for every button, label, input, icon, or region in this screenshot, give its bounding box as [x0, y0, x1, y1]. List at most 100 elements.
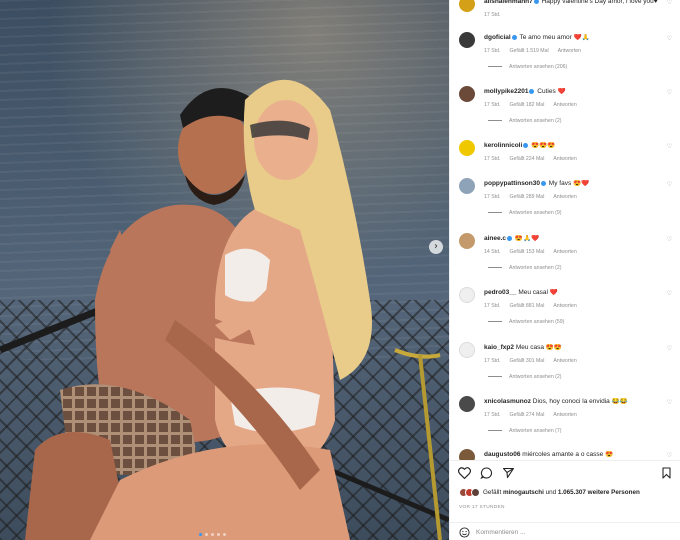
- comment-like-icon[interactable]: ♡: [667, 236, 672, 243]
- comment-username[interactable]: mollypike2201: [484, 88, 528, 95]
- reply-button[interactable]: Antworten: [558, 48, 581, 54]
- comment-likes[interactable]: Gefällt 153 Mal: [509, 249, 544, 255]
- comment-like-icon[interactable]: ♡: [667, 0, 672, 6]
- comment-username[interactable]: kerolinnicoli: [484, 142, 522, 149]
- view-replies-label: Antworten ansehen (7): [509, 428, 562, 434]
- carousel-dot: [199, 533, 202, 536]
- view-replies-button[interactable]: Antworten ansehen (2): [488, 118, 561, 124]
- comment-meta: 17 Std. Gefällt 274 Mal Antworten: [484, 412, 586, 418]
- comment-body: Te amo meu amor ❤️🙏: [519, 34, 590, 41]
- comment-username[interactable]: dgoficial: [484, 34, 511, 41]
- smiley-icon[interactable]: [459, 527, 470, 538]
- comment-like-icon[interactable]: ♡: [667, 35, 672, 42]
- paper-plane-icon[interactable]: [502, 467, 515, 479]
- avatar[interactable]: [459, 342, 475, 358]
- comment-likes[interactable]: Gefällt 301 Mal: [509, 358, 544, 364]
- comment-likes[interactable]: Gefällt 1.519 Mal: [509, 48, 548, 54]
- couple-illustration: [0, 79, 449, 540]
- comments-list[interactable]: alishaiehmann7 Happy valentine's Day amo…: [450, 0, 680, 460]
- comment-body: Dios, hoy conoci la envidia 😂😂: [532, 398, 628, 405]
- comment-time: 17 Std.: [484, 102, 501, 108]
- comment-meta: 17 Std. Gefällt 289 Mal Antworten: [484, 194, 586, 200]
- reply-button[interactable]: Antworten: [553, 303, 576, 309]
- likes-text: Gefällt minogautschi und 1.065.307 weite…: [483, 489, 640, 496]
- liker-username[interactable]: minogautschi: [503, 489, 544, 496]
- comment-text: kerolinnicoli 😍😍😍: [484, 142, 676, 150]
- comment-likes[interactable]: Gefällt 224 Mal: [509, 156, 544, 162]
- view-replies-label: Antworten ansehen (2): [509, 118, 562, 124]
- comment-time: 17 Std.: [484, 358, 501, 364]
- view-replies-label: Antworten ansehen (9): [509, 210, 562, 216]
- avatar[interactable]: [459, 0, 475, 12]
- comment-likes[interactable]: Gefällt 274 Mal: [509, 412, 544, 418]
- post-photo[interactable]: ›: [0, 0, 449, 540]
- comment-time: 17 Std.: [484, 156, 501, 162]
- reply-button[interactable]: Antworten: [553, 249, 576, 255]
- comment-likes[interactable]: Gefällt 182 Mal: [509, 102, 544, 108]
- view-replies-label: Antworten ansehen (2): [509, 374, 562, 380]
- avatar[interactable]: [459, 287, 475, 303]
- comment-meta: 17 Std. Gefällt 881 Mal Antworten: [484, 303, 586, 309]
- avatar[interactable]: [459, 449, 475, 460]
- heart-outline-icon[interactable]: [458, 467, 471, 479]
- likes-prefix: Gefällt: [483, 489, 503, 496]
- comment-input[interactable]: [476, 526, 666, 538]
- reply-button[interactable]: Antworten: [553, 358, 576, 364]
- comment-text: dgoficial Te amo meu amor ❤️🙏: [484, 34, 676, 42]
- reply-button[interactable]: Antworten: [553, 412, 576, 418]
- comment-time: 17 Std.: [484, 12, 501, 18]
- avatar[interactable]: [459, 32, 475, 48]
- comment-username[interactable]: kaio_fxp2: [484, 344, 514, 351]
- avatar[interactable]: [459, 140, 475, 156]
- comment-like-icon[interactable]: ♡: [667, 143, 672, 150]
- view-replies-button[interactable]: Antworten ansehen (206): [488, 64, 567, 70]
- comment-username[interactable]: poppypattinson30: [484, 180, 540, 187]
- view-replies-button[interactable]: Antworten ansehen (2): [488, 265, 561, 271]
- avatar[interactable]: [459, 86, 475, 102]
- reply-button[interactable]: Antworten: [553, 194, 576, 200]
- comment-likes[interactable]: Gefällt 881 Mal: [509, 303, 544, 309]
- comment-like-icon[interactable]: ♡: [667, 452, 672, 459]
- avatar[interactable]: [459, 396, 475, 412]
- comment-username[interactable]: ainee.c: [484, 235, 506, 242]
- view-replies-button[interactable]: Antworten ansehen (2): [488, 374, 561, 380]
- bookmark-icon[interactable]: [661, 467, 672, 479]
- verified-badge-icon: [511, 34, 517, 40]
- likes-count[interactable]: 1.065.307 weitere Personen: [558, 489, 640, 496]
- comment-like-icon[interactable]: ♡: [667, 399, 672, 406]
- replies-divider: [488, 376, 502, 378]
- avatar[interactable]: [459, 178, 475, 194]
- comment-time: 17 Std.: [484, 48, 501, 54]
- comment-text: mollypike2201 Cuties ❤️: [484, 88, 676, 96]
- view-replies-button[interactable]: Antworten ansehen (9): [488, 210, 561, 216]
- comment-username[interactable]: xnicolasmunoz: [484, 398, 531, 405]
- comment-time: 17 Std.: [484, 303, 501, 309]
- post-timestamp: VOR 17 STUNDEN: [459, 505, 505, 510]
- comment-bubble-icon[interactable]: [480, 467, 493, 479]
- comment-time: 14 Std.: [484, 249, 501, 255]
- comment-username[interactable]: daugusto06: [484, 451, 520, 458]
- comment-body: Meu casal ❤️: [518, 289, 558, 296]
- comment-body: Happy valentine's Day amor, I love you♥: [541, 0, 658, 5]
- reply-button[interactable]: Antworten: [553, 156, 576, 162]
- comment-text: kaio_fxp2 Meu casa 😍😍: [484, 344, 676, 352]
- comment-like-icon[interactable]: ♡: [667, 181, 672, 188]
- avatar[interactable]: [459, 233, 475, 249]
- comment-like-icon[interactable]: ♡: [667, 89, 672, 96]
- comment-like-icon[interactable]: ♡: [667, 290, 672, 297]
- view-replies-button[interactable]: Antworten ansehen (7): [488, 428, 561, 434]
- comment-text: xnicolasmunoz Dios, hoy conoci la envidi…: [484, 398, 676, 406]
- comment-username[interactable]: alishaiehmann7: [484, 0, 533, 5]
- view-replies-button[interactable]: Antworten ansehen (59): [488, 319, 564, 325]
- comments-panel: alishaiehmann7 Happy valentine's Day amo…: [449, 0, 680, 540]
- comment-likes[interactable]: Gefällt 289 Mal: [509, 194, 544, 200]
- carousel-next-button[interactable]: ›: [429, 240, 443, 254]
- reply-button[interactable]: Antworten: [553, 102, 576, 108]
- comment-time: 17 Std.: [484, 412, 501, 418]
- view-replies-label: Antworten ansehen (59): [509, 319, 565, 325]
- likes-summary[interactable]: Gefällt minogautschi und 1.065.307 weite…: [459, 488, 640, 497]
- comment-like-icon[interactable]: ♡: [667, 345, 672, 352]
- replies-divider: [488, 212, 502, 214]
- comment-username[interactable]: pedro03__: [484, 289, 517, 296]
- comment-body: miércoles amante a o casse 😍: [522, 451, 614, 458]
